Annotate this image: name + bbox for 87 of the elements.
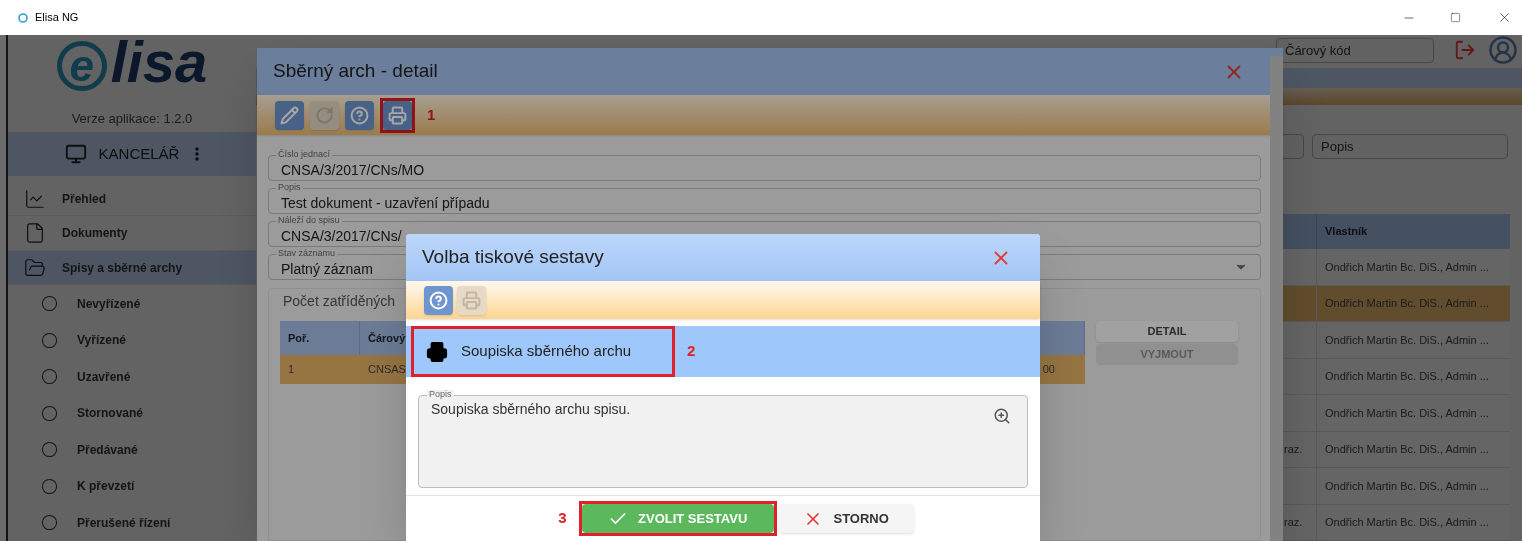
- nav-item[interactable]: Dokumenty: [8, 216, 256, 251]
- cancel-button[interactable]: STORNO: [778, 504, 914, 533]
- search-field[interactable]: Popis: [1312, 134, 1508, 159]
- avatar-icon[interactable]: [1488, 35, 1518, 65]
- version-text: Verze aplikace: 1.2.0: [71, 109, 193, 128]
- table-cell-text: Ondřich Martin Bc. DiS., Admin ...: [1324, 405, 1489, 421]
- chart-icon: [24, 187, 46, 210]
- refresh-icon: [315, 105, 334, 125]
- pencil-icon: [280, 105, 299, 125]
- help-icon: [429, 290, 448, 310]
- field-label: Číslo jednací: [276, 150, 333, 159]
- radio-circle-icon: [41, 477, 58, 495]
- workspace-label: KANCELÁŘ: [98, 143, 180, 164]
- nav-subitem[interactable]: Stornované: [8, 395, 256, 432]
- radio-circle-icon: [41, 368, 58, 386]
- logo-text: lisa: [110, 33, 208, 91]
- radio-circle-icon: [41, 295, 58, 313]
- printer-icon: [462, 290, 481, 310]
- table-cell-text: Ondřich Martin Bc. DiS., Admin ...: [1324, 442, 1489, 457]
- dialog-title: Sběrný arch - detail: [273, 59, 438, 84]
- nav-subitem[interactable]: Vyřízené: [8, 322, 256, 359]
- table-row[interactable]: Ondřich Martin Bc. DiS., Admin ...: [1280, 285, 1510, 322]
- field-label: Popis: [427, 390, 454, 399]
- table-row[interactable]: raz. Ondřich Martin Bc. DiS., Admin ...: [1280, 504, 1510, 541]
- table-row[interactable]: raz. Ondřich Martin Bc. DiS., Admin ...: [1280, 431, 1510, 468]
- table-row[interactable]: Ondřich Martin Bc. DiS., Admin ...: [1280, 249, 1510, 286]
- table-cell-text: Ondřich Martin Bc. DiS., Admin ...: [1324, 332, 1489, 348]
- nav-subitem[interactable]: Uzavřené: [8, 358, 256, 395]
- field-value: Test dokument - uzavření případu: [281, 194, 490, 212]
- callout-number: 3: [557, 508, 568, 529]
- nav-subitem[interactable]: Přerušené řízení: [8, 504, 256, 541]
- field-label: Popis: [276, 183, 303, 192]
- radio-circle-icon: [41, 404, 58, 422]
- barcode-field[interactable]: Čárový kód: [1276, 37, 1434, 63]
- field-value: CNSA/3/2017/CNs/: [281, 227, 402, 245]
- field-label: Stav záznamu: [276, 249, 338, 258]
- table-cell-text: Ondřich Martin Bc. DiS., Admin ...: [1324, 369, 1489, 384]
- help-button[interactable]: [345, 100, 374, 130]
- logout-icon[interactable]: [1454, 39, 1476, 61]
- help-icon: [350, 105, 369, 125]
- table-cell-text: 1: [287, 362, 296, 378]
- dialog-title: Volba tiskové sestavy: [422, 245, 604, 270]
- close-icon[interactable]: [1497, 10, 1512, 25]
- folder-icon: [24, 256, 46, 279]
- app-logo-icon: [18, 12, 28, 23]
- table-cell-text: CNSAS: [367, 362, 406, 378]
- table-cell-text: raz.: [1284, 442, 1303, 457]
- field-value: Platný záznam: [281, 260, 373, 278]
- printer-icon: [426, 340, 448, 363]
- edit-button[interactable]: [275, 100, 304, 130]
- document-icon: [24, 222, 46, 245]
- workspace-bar[interactable]: KANCELÁŘ: [8, 132, 256, 176]
- panel-title: Počet zatříděných: [282, 292, 396, 311]
- nav-subitem[interactable]: K převzetí: [8, 468, 256, 505]
- table-cell-text: Ondřich Martin Bc. DiS., Admin ...: [1324, 478, 1489, 494]
- nav-subitem[interactable]: Předávané: [8, 431, 256, 468]
- table-cell-text: Ondřich Martin Bc. DiS., Admin ...: [1324, 259, 1489, 275]
- table-row[interactable]: Ondřich Martin Bc. DiS., Admin ...: [1280, 358, 1510, 395]
- confirm-button[interactable]: ZVOLIT SESTAVU: [581, 504, 774, 533]
- field-label: Náleží do spisu: [276, 216, 342, 225]
- column-header: Vlastník: [1324, 224, 1368, 240]
- zoom-icon[interactable]: [993, 407, 1011, 425]
- table-cell-text: Ondřich Martin Bc. DiS., Admin ...: [1324, 515, 1489, 530]
- nav-item[interactable]: Spisy a sběrné archy: [8, 251, 256, 286]
- radio-circle-icon: [41, 514, 58, 532]
- scrollbar[interactable]: [1270, 56, 1283, 541]
- window-title: Elisa NG: [35, 10, 79, 26]
- table-row[interactable]: Ondřich Martin Bc. DiS., Admin ...: [1280, 395, 1510, 432]
- computer-icon: [64, 143, 87, 166]
- detail-button[interactable]: DETAIL: [1096, 321, 1238, 342]
- table-cell-text: raz.: [1284, 515, 1303, 530]
- printer-icon: [388, 105, 407, 125]
- radio-circle-icon: [41, 331, 58, 349]
- callout-number: 1: [426, 104, 437, 125]
- field-value: Soupiska sběrného archu spisu.: [431, 400, 631, 419]
- table-row[interactable]: Ondřich Martin Bc. DiS., Admin ...: [1280, 322, 1510, 359]
- table-cell-text: Ondřich Martin Bc. DiS., Admin ...: [1324, 296, 1489, 311]
- more-icon[interactable]: [195, 147, 200, 162]
- maximize-icon[interactable]: [1450, 12, 1461, 23]
- field-value: CNSA/3/2017/CNs/MO: [281, 161, 425, 179]
- logo-mark: e: [56, 41, 107, 91]
- report-item[interactable]: Soupiska sběrného archu 2: [406, 326, 1040, 377]
- table-row[interactable]: Ondřich Martin Bc. DiS., Admin ...: [1280, 468, 1510, 505]
- table-cell-text: 00: [1042, 362, 1056, 378]
- nav-subitem[interactable]: Nevyřízené: [8, 285, 256, 322]
- help-button[interactable]: [424, 285, 453, 315]
- radio-circle-icon: [41, 441, 58, 459]
